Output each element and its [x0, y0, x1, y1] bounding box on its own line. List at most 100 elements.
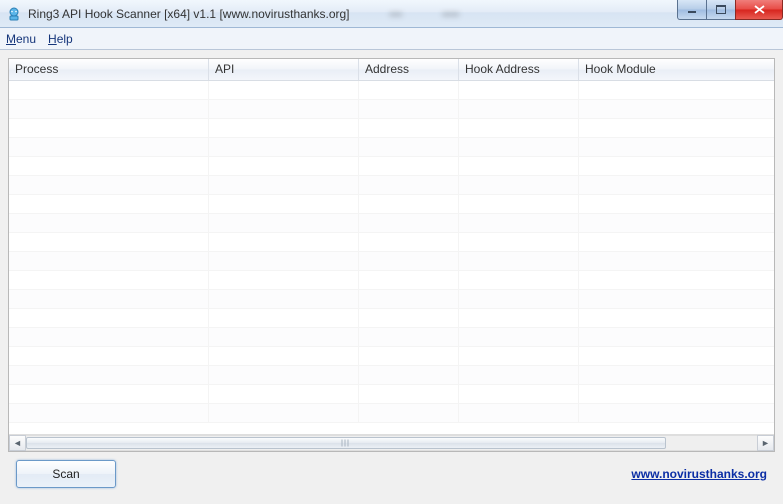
table-cell [579, 138, 774, 156]
table-row[interactable] [9, 404, 774, 423]
table-cell [359, 176, 459, 194]
table-cell [209, 119, 359, 137]
table-row[interactable] [9, 290, 774, 309]
table-cell [579, 100, 774, 118]
table-row[interactable] [9, 271, 774, 290]
table-cell [579, 385, 774, 403]
table-cell [209, 233, 359, 251]
table-cell [9, 100, 209, 118]
table-row[interactable] [9, 138, 774, 157]
table-cell [9, 290, 209, 308]
table-cell [209, 138, 359, 156]
scroll-left-button[interactable]: ◄ [9, 435, 26, 451]
table-cell [359, 195, 459, 213]
table-row[interactable] [9, 100, 774, 119]
table-cell [209, 81, 359, 99]
bg-blur: ▪▪▪▪▪▪▪ [390, 7, 460, 21]
scan-button[interactable]: Scan [16, 460, 116, 488]
table-cell [209, 252, 359, 270]
table-cell [579, 271, 774, 289]
table-cell [9, 138, 209, 156]
help-label-rest: elp [57, 32, 73, 46]
table-cell [459, 328, 579, 346]
table-cell [579, 366, 774, 384]
table-cell [459, 81, 579, 99]
table-row[interactable] [9, 119, 774, 138]
menu-label-rest: enu [16, 32, 36, 46]
table-cell [579, 309, 774, 327]
table-cell [359, 252, 459, 270]
table-cell [359, 119, 459, 137]
table-cell [359, 290, 459, 308]
scroll-track[interactable] [26, 435, 757, 451]
table-cell [359, 157, 459, 175]
col-api[interactable]: API [209, 59, 359, 80]
col-process[interactable]: Process [9, 59, 209, 80]
table-cell [359, 214, 459, 232]
table-cell [9, 309, 209, 327]
table-cell [579, 195, 774, 213]
table-cell [9, 233, 209, 251]
table-cell [459, 157, 579, 175]
table-cell [579, 214, 774, 232]
table-row[interactable] [9, 81, 774, 100]
table-cell [9, 252, 209, 270]
table-row[interactable] [9, 347, 774, 366]
table-cell [459, 347, 579, 365]
minimize-button[interactable] [677, 0, 707, 20]
table-cell [209, 366, 359, 384]
title-bar: Ring3 API Hook Scanner [x64] v1.1 [www.n… [0, 0, 783, 28]
table-cell [209, 271, 359, 289]
table-cell [359, 309, 459, 327]
table-cell [359, 404, 459, 422]
website-link[interactable]: www.novirusthanks.org [631, 467, 767, 481]
table-cell [9, 328, 209, 346]
col-hook-address[interactable]: Hook Address [459, 59, 579, 80]
table-row[interactable] [9, 328, 774, 347]
table-cell [9, 214, 209, 232]
table-cell [209, 385, 359, 403]
table-row[interactable] [9, 366, 774, 385]
table-row[interactable] [9, 176, 774, 195]
table-cell [359, 233, 459, 251]
scroll-grip-icon [342, 440, 351, 447]
table-row[interactable] [9, 214, 774, 233]
table-row[interactable] [9, 309, 774, 328]
table-cell [209, 290, 359, 308]
table-cell [459, 309, 579, 327]
table-cell [9, 347, 209, 365]
table-cell [359, 100, 459, 118]
table-row[interactable] [9, 385, 774, 404]
table-row[interactable] [9, 252, 774, 271]
table-cell [359, 366, 459, 384]
app-icon [6, 6, 22, 22]
table-cell [579, 328, 774, 346]
scroll-right-button[interactable]: ► [757, 435, 774, 451]
menu-menu[interactable]: Menu [6, 32, 36, 46]
table-cell [9, 271, 209, 289]
col-hook-module[interactable]: Hook Module [579, 59, 774, 80]
col-address[interactable]: Address [359, 59, 459, 80]
table-row[interactable] [9, 233, 774, 252]
table-cell [459, 100, 579, 118]
table-cell [459, 119, 579, 137]
scroll-thumb[interactable] [26, 437, 666, 449]
table-cell [579, 176, 774, 194]
table-cell [579, 404, 774, 422]
table-cell [459, 366, 579, 384]
footer-bar: Scan www.novirusthanks.org [8, 452, 775, 496]
menu-help[interactable]: Help [48, 32, 73, 46]
table-row[interactable] [9, 157, 774, 176]
close-button[interactable] [735, 0, 783, 20]
table-cell [459, 404, 579, 422]
table-cell [9, 119, 209, 137]
table-cell [579, 252, 774, 270]
window-controls [678, 0, 783, 20]
table-body[interactable] [9, 81, 774, 434]
table-cell [579, 233, 774, 251]
table-cell [459, 385, 579, 403]
table-cell [209, 214, 359, 232]
maximize-button[interactable] [706, 0, 736, 20]
table-cell [359, 271, 459, 289]
table-row[interactable] [9, 195, 774, 214]
